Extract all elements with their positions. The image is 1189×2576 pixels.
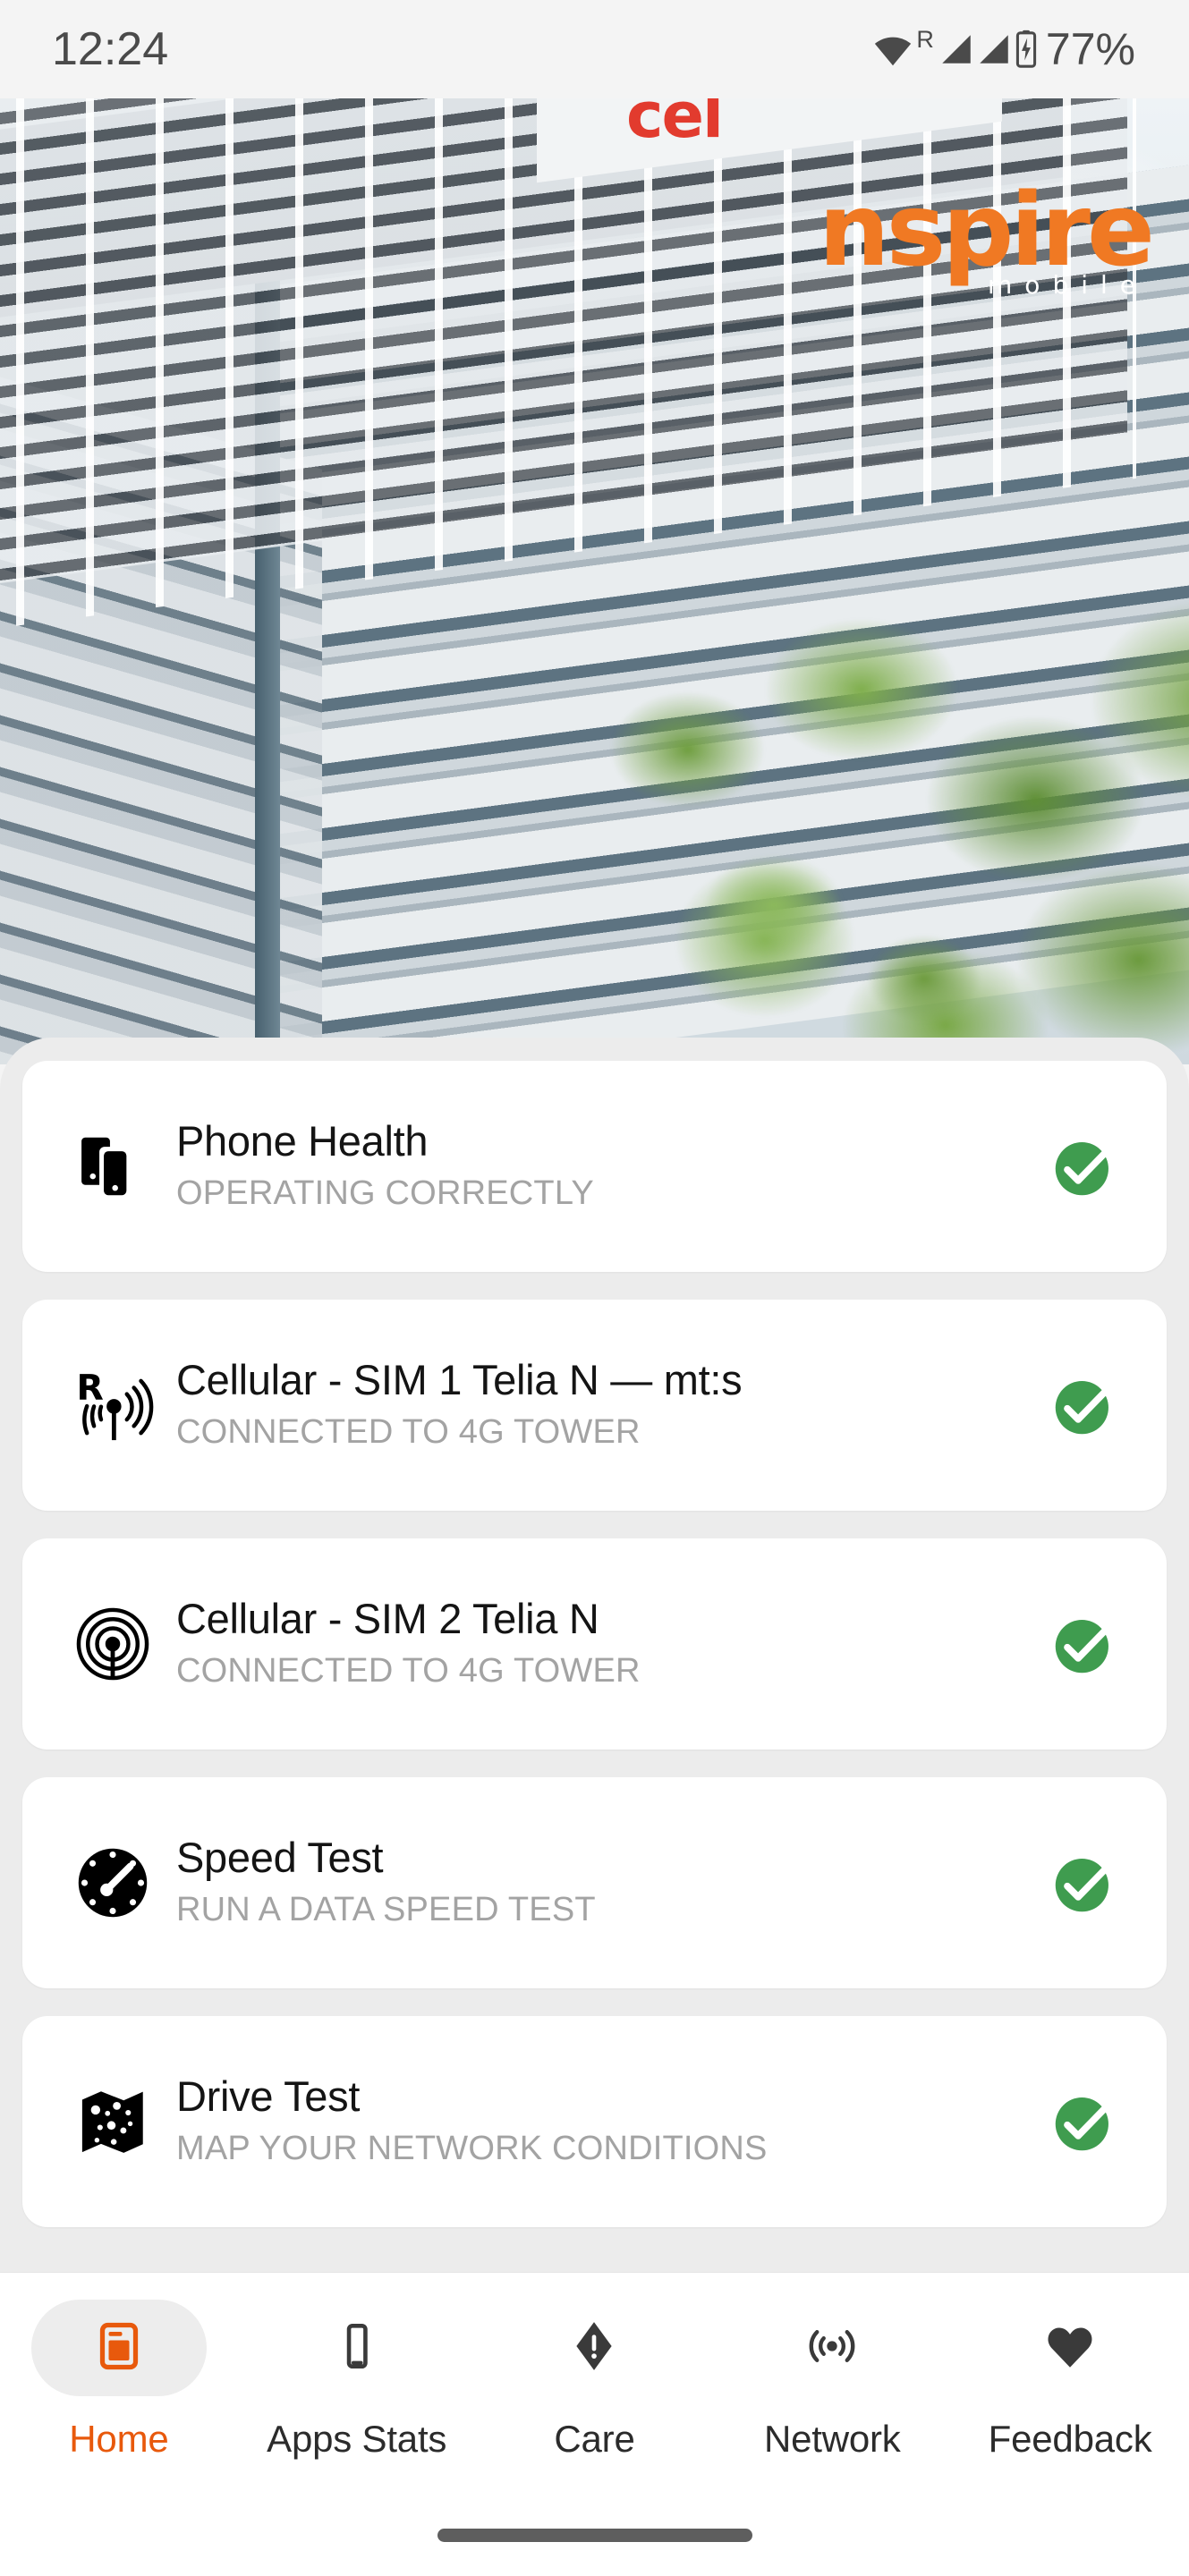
home-gesture-bar[interactable] [437,2529,752,2542]
battery-charging-icon [1013,29,1040,70]
card-cellular-sim2[interactable]: Cellular - SIM 2 Telia N CONNECTED TO 4G… [22,1538,1167,1750]
status-bar-clock: 12:24 [52,23,169,75]
nav-item-care[interactable]: Care [476,2300,714,2461]
svg-text:R: R [77,1368,104,1409]
speedometer-icon [64,1834,162,1932]
card-subtitle: CONNECTED TO 4G TOWER [176,1413,641,1452]
nav-item-apps-stats[interactable]: Apps Stats [238,2300,476,2461]
alert-diamond-icon [566,2318,622,2378]
logo-wordmark: nspire [818,173,1155,289]
card-title: Cellular - SIM 2 Telia N [176,1595,599,1643]
nav-item-home[interactable]: Home [0,2300,238,2461]
green-check-icon [1055,1381,1115,1435]
card-subtitle: CONNECTED TO 4G TOWER [176,1652,641,1690]
card-title: Drive Test [176,2072,361,2121]
card-text-block: Speed Test RUN A DATA SPEED TEST [176,1835,1043,1930]
nav-pill [744,2300,920,2396]
green-check-icon [1055,2097,1115,2151]
status-badge [1043,1850,1125,1916]
nav-active-pill [30,2300,207,2396]
card-title: Cellular - SIM 1 Telia N — mt:s [176,1356,743,1404]
broadcast-icon [804,2318,860,2378]
signal-bars-icon-sim2 [975,30,1013,68]
rooftop-sign-text: cel [626,98,724,143]
devices-icon [64,1117,162,1216]
nav-label-feedback: Feedback [988,2418,1152,2460]
dashboard-icon [92,2319,146,2377]
card-drive-test[interactable]: Drive Test MAP YOUR NETWORK CONDITIONS [22,2016,1167,2227]
battery-percentage: 77% [1045,24,1135,74]
nav-item-network[interactable]: Network [713,2300,951,2461]
card-text-block: Drive Test MAP YOUR NETWORK CONDITIONS [176,2073,1043,2169]
hero-banner-image: cel nspire mobile [0,98,1189,1064]
card-subtitle: MAP YOUR NETWORK CONDITIONS [176,2130,768,2168]
card-text-block: Cellular - SIM 1 Telia N — mt:s CONNECTE… [176,1357,1043,1453]
app-logo: nspire mobile [818,173,1155,300]
nav-label-care: Care [554,2418,635,2460]
tower-icon [64,1595,162,1693]
phone-icon [331,2320,383,2377]
card-title: Phone Health [176,1117,429,1165]
card-text-block: Phone Health OPERATING CORRECTLY [176,1118,1043,1214]
card-subtitle: RUN A DATA SPEED TEST [176,1891,596,1929]
wifi-icon [872,29,913,70]
green-check-icon [1055,1859,1115,1912]
heart-icon [1042,2318,1098,2378]
nav-item-feedback[interactable]: Feedback [951,2300,1189,2461]
nav-label-network: Network [763,2418,901,2460]
signal-bars-icon [938,30,975,68]
status-bar-indicators: R 77% [872,27,1135,72]
nav-pill [506,2300,682,2396]
foliage-secondary [661,787,1037,1064]
green-check-icon [1055,1142,1115,1196]
status-badge [1043,1372,1125,1438]
roaming-tower-icon: R [64,1356,162,1454]
status-card-sheet: Phone Health OPERATING CORRECTLY R Cellu… [0,1038,1189,2276]
status-bar: 12:24 R 77% [0,0,1189,98]
nav-pill [269,2300,445,2396]
nav-pill [982,2300,1158,2396]
card-title: Speed Test [176,1834,384,1882]
nav-label-home: Home [69,2418,169,2460]
status-badge [1043,1133,1125,1199]
card-speed-test[interactable]: Speed Test RUN A DATA SPEED TEST [22,1777,1167,1988]
green-check-icon [1055,1620,1115,1674]
nav-label-apps-stats: Apps Stats [267,2418,447,2460]
card-text-block: Cellular - SIM 2 Telia N CONNECTED TO 4G… [176,1596,1043,1691]
map-icon [64,2072,162,2171]
status-badge [1043,2089,1125,2155]
roaming-indicator: R [916,25,934,53]
card-cellular-sim1[interactable]: R Cellular - SIM 1 Telia N — mt:s CONNEC… [22,1300,1167,1511]
card-subtitle: OPERATING CORRECTLY [176,1174,594,1213]
card-phone-health[interactable]: Phone Health OPERATING CORRECTLY [22,1061,1167,1272]
status-badge [1043,1611,1125,1677]
